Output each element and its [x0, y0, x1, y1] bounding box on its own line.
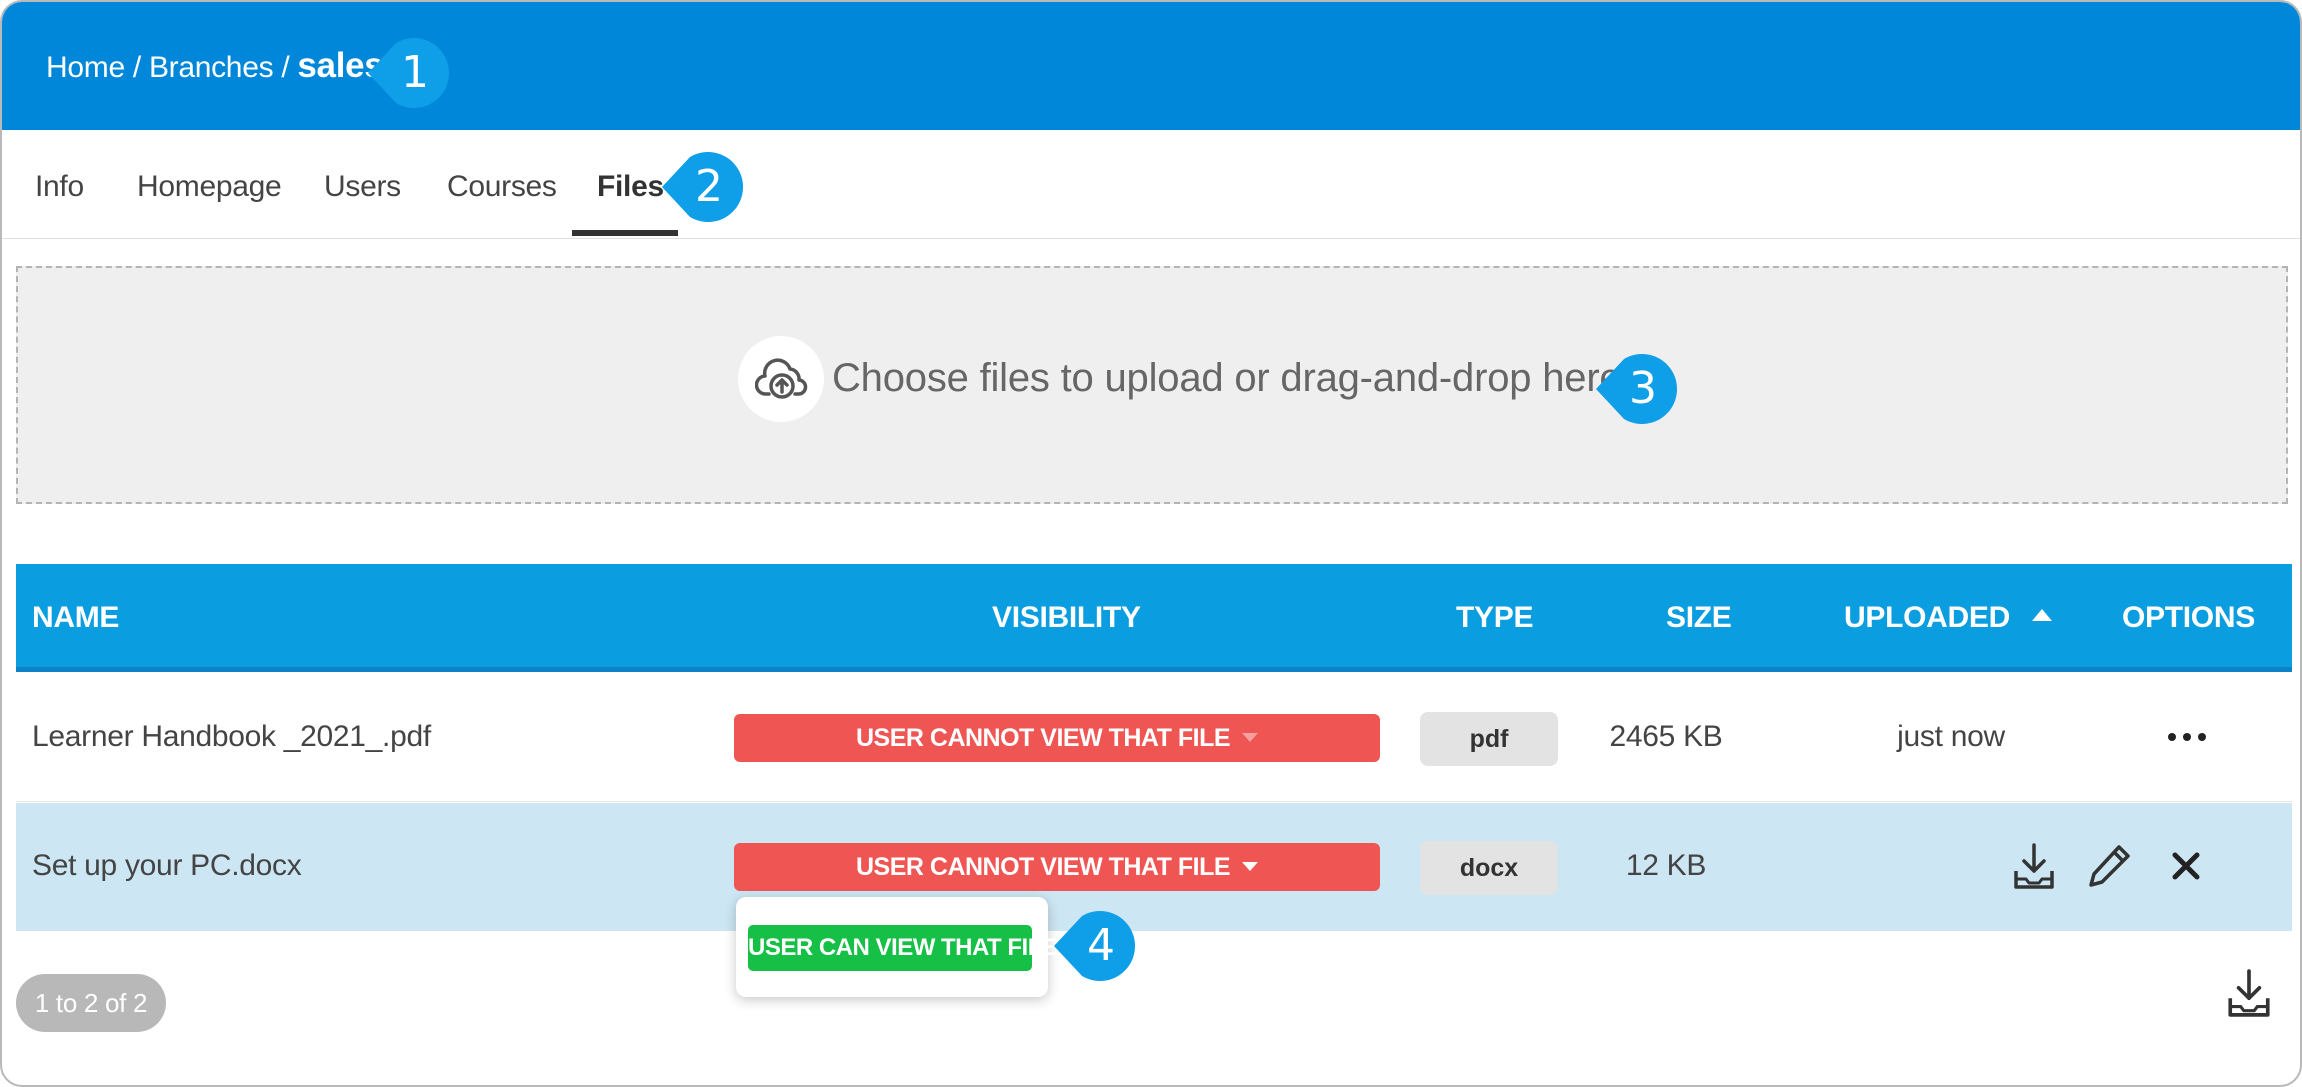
visibility-label: USER CANNOT VIEW THAT FILE [855, 724, 1231, 752]
column-header-uploaded[interactable]: UPLOADED [1844, 601, 2052, 635]
table-row[interactable]: Learner Handbook _2021_.pdf USER CANNOT … [16, 674, 2292, 802]
callout-number: 4 [1087, 920, 1115, 971]
table-row[interactable]: Set up your PC.docx USER CANNOT VIEW THA… [16, 803, 2292, 931]
callout-number: 2 [695, 161, 723, 212]
file-name: Learner Handbook _2021_.pdf [32, 720, 431, 753]
callout-marker-2: 2 [662, 146, 744, 228]
tab-homepage[interactable]: Homepage [137, 170, 282, 204]
visibility-label: USER CANNOT VIEW THAT FILE [855, 853, 1231, 881]
column-header-name[interactable]: NAME [32, 601, 119, 635]
visibility-option-can-view[interactable]: USER CAN VIEW THAT FILE [748, 925, 1058, 971]
visibility-options-menu: USER CAN VIEW THAT FILE [736, 897, 1058, 997]
breadcrumb-separator: / [273, 51, 298, 84]
file-size: 2465 KB [1609, 720, 1723, 753]
file-upload-dropzone[interactable]: Choose files to upload or drag-and-drop … [16, 266, 2288, 504]
delete-icon[interactable] [2162, 841, 2210, 891]
callout-marker-1: 1 [368, 32, 450, 114]
visibility-dropdown[interactable]: USER CANNOT VIEW THAT FILE [734, 714, 1380, 762]
active-tab-indicator [572, 230, 678, 236]
sort-ascending-icon [2032, 609, 2052, 622]
pagination-count: 1 to 2 of 2 [16, 974, 166, 1032]
column-header-label: UPLOADED [1844, 601, 2010, 634]
tab-bar: Info Homepage Users Courses Files 2 [2, 130, 2300, 239]
file-size: 12 KB [1625, 849, 1707, 882]
app-window: Home / Branches / sales 1 Info Homepage … [0, 0, 2302, 1087]
callout-marker-3: 3 [1596, 348, 1678, 430]
column-header-type[interactable]: TYPE [1456, 601, 1533, 635]
file-name: Set up your PC.docx [32, 849, 302, 882]
breadcrumb-home[interactable]: Home [46, 51, 125, 84]
column-header-visibility[interactable]: VISIBILITY [992, 601, 1141, 635]
table-header: NAME VISIBILITY TYPE SIZE UPLOADED OPTIO… [16, 564, 2292, 672]
caret-down-icon [1242, 862, 1259, 872]
callout-marker-4: 4 [1054, 905, 1136, 987]
page-header: Home / Branches / sales 1 [2, 2, 2300, 130]
tab-info[interactable]: Info [35, 170, 84, 204]
upload-button[interactable] [738, 336, 824, 422]
download-icon[interactable] [2010, 841, 2058, 891]
uploaded-time: just now [1897, 720, 2005, 753]
export-download-icon[interactable] [2224, 966, 2274, 1020]
file-type-badge: docx [1420, 841, 1558, 895]
more-options-icon[interactable] [2162, 720, 2212, 750]
visibility-dropdown[interactable]: USER CANNOT VIEW THAT FILE [734, 843, 1380, 891]
edit-icon[interactable] [2086, 841, 2134, 891]
tab-files[interactable]: Files [597, 170, 664, 204]
breadcrumb-branches[interactable]: Branches [149, 51, 274, 84]
column-header-options: OPTIONS [2122, 601, 2255, 634]
callout-number: 1 [401, 47, 429, 98]
file-type-badge: pdf [1420, 712, 1558, 766]
caret-down-icon [1242, 733, 1259, 743]
cloud-upload-icon [755, 358, 808, 399]
callout-number: 3 [1629, 363, 1657, 414]
breadcrumb-separator: / [124, 51, 149, 84]
tab-users[interactable]: Users [324, 170, 401, 204]
breadcrumb: Home / Branches / sales [46, 46, 384, 86]
column-header-size[interactable]: SIZE [1666, 601, 1732, 635]
upload-prompt: Choose files to upload or drag-and-drop … [832, 356, 1622, 400]
tab-courses[interactable]: Courses [447, 170, 557, 204]
